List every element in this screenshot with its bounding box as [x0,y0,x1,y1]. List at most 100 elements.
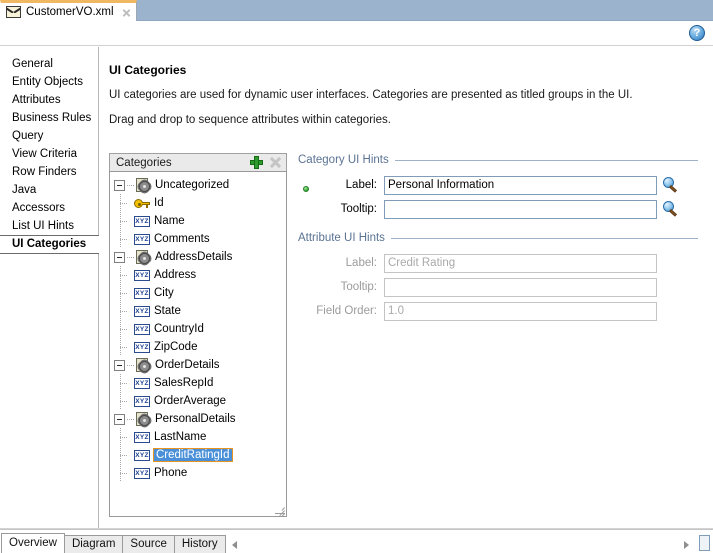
category-tooltip-row: Tooltip: [298,197,698,221]
document-tab-customervo[interactable]: CustomerVO.xml [0,0,137,21]
collapse-toggle-icon[interactable] [114,359,125,371]
attribute-xyz-icon: XYZ [134,377,150,389]
tree-attribute-row[interactable]: XYZ City [110,284,286,302]
tree-category-row[interactable]: Uncategorized [110,176,286,194]
tree-attribute-label: State [154,305,181,317]
category-gear-icon [135,411,151,427]
tree-attribute-row[interactable]: XYZ State [110,302,286,320]
categories-panel: Categories Uncategorized Id XYZ Name XYZ Comm… [109,153,287,517]
tree-attribute-row[interactable]: XYZ ZipCode [110,338,286,356]
legend-divider [394,159,698,161]
sidebar-item-ui-categories[interactable]: UI Categories [0,235,99,254]
attribute-xyz-icon: XYZ [134,305,150,317]
sidebar-item-row-finders[interactable]: Row Finders [0,163,98,181]
editor-tab-history[interactable]: History [173,535,226,553]
tree-attribute-label: City [154,287,174,299]
scroll-left-icon[interactable] [231,541,237,549]
category-label-input[interactable] [384,175,657,195]
tree-attribute-label: SalesRepId [154,377,214,389]
key-icon [134,198,150,209]
sidebar-item-label: Query [12,130,44,142]
tree-attribute-row[interactable]: Id [110,194,286,212]
sidebar-item-label: Business Rules [12,112,92,124]
sidebar-item-accessors[interactable]: Accessors [0,199,98,217]
attribute-label-row: Label: [298,251,698,275]
sidebar-item-list-ui-hints[interactable]: List UI Hints [0,217,98,235]
tree-attribute-label: Name [154,215,185,227]
tree-attribute-label: Id [154,197,164,209]
close-icon[interactable] [121,7,132,18]
attribute-hints-legend: Attribute UI Hints [298,231,698,245]
attribute-xyz-icon: XYZ [134,467,150,479]
scroll-right-icon[interactable] [684,541,689,549]
attribute-hints-legend-label: Attribute UI Hints [298,232,385,244]
tree-attribute-label: CountryId [154,323,204,335]
tree-attribute-row[interactable]: XYZ CreditRatingId [110,446,286,464]
tree-category-label: OrderDetails [155,359,220,371]
scroll-thumb[interactable] [699,535,710,551]
category-hints-legend-label: Category UI Hints [298,154,389,166]
tree-connector [127,256,134,258]
collapse-toggle-icon[interactable] [114,251,125,263]
magnifier-icon[interactable] [663,201,679,217]
attribute-xyz-icon: XYZ [134,323,150,335]
tree-attribute-row[interactable]: XYZ SalesRepId [110,374,286,392]
sidebar-item-business-rules[interactable]: Business Rules [0,109,98,127]
tree-attribute-label: OrderAverage [154,395,227,407]
attribute-field-order-caption: Field Order: [316,305,377,317]
tree-attribute-row[interactable]: XYZ Address [110,266,286,284]
tree-connector [127,364,134,366]
tree-attribute-row[interactable]: XYZ Phone [110,464,286,482]
collapse-toggle-icon[interactable] [114,179,125,191]
tree-category-label: AddressDetails [155,251,233,263]
tree-attribute-label: LastName [154,431,207,443]
sidebar-item-view-criteria[interactable]: View Criteria [0,145,98,163]
plus-icon[interactable] [250,156,263,169]
sidebar-item-attributes[interactable]: Attributes [0,91,98,109]
tree-category-label: PersonalDetails [155,413,236,425]
category-gear-icon [135,249,151,265]
sidebar-item-entity-objects[interactable]: Entity Objects [0,73,98,91]
tree-connector [120,212,129,230]
tree-category-row[interactable]: OrderDetails [110,356,286,374]
tree-category-row[interactable]: PersonalDetails [110,410,286,428]
tree-attribute-row[interactable]: XYZ Name [110,212,286,230]
category-tooltip-input[interactable] [384,199,657,219]
tree-connector [127,418,134,420]
tree-attribute-row[interactable]: XYZ Comments [110,230,286,248]
category-label-caption: Label: [298,179,384,192]
tree-attribute-row[interactable]: XYZ OrderAverage [110,392,286,410]
attribute-xyz-icon: XYZ [134,449,150,461]
attribute-label-caption: Label: [345,257,377,269]
sidebar-item-general[interactable]: General [0,55,98,73]
tree-connector [120,194,129,212]
xml-file-icon [6,5,21,19]
help-icon[interactable]: ? [689,25,705,41]
tree-category-row[interactable]: AddressDetails [110,248,286,266]
sidebar-item-label: Row Finders [12,166,77,178]
sidebar-item-query[interactable]: Query [0,127,98,145]
page-description-line-2: Drag and drop to sequence attributes wit… [109,114,391,126]
attribute-label-input [384,253,657,273]
magnifier-icon[interactable] [663,177,679,193]
close-icon[interactable] [269,156,282,169]
tree-attribute-row[interactable]: XYZ LastName [110,428,286,446]
sidebar-item-label: Accessors [12,202,66,214]
tree-attribute-row[interactable]: XYZ CountryId [110,320,286,338]
categories-panel-title: Categories [116,156,172,169]
categories-tree[interactable]: Uncategorized Id XYZ Name XYZ Comments Address… [109,171,287,517]
editor-tab-source[interactable]: Source [122,535,175,553]
editor-tab-diagram[interactable]: Diagram [63,535,124,553]
collapse-toggle-icon[interactable] [114,413,125,425]
attribute-tooltip-caption: Tooltip: [340,281,377,293]
editor-tab-overview[interactable]: Overview [1,533,65,553]
override-dot-icon [303,186,309,192]
category-label-caption-text: Label: [345,179,377,191]
tree-connector [120,266,129,284]
categories-panel-header: Categories [109,153,287,171]
attribute-xyz-icon: XYZ [134,395,150,407]
sidebar-item-java[interactable]: Java [0,181,98,199]
resize-grip-icon[interactable] [273,503,285,516]
category-tooltip-caption: Tooltip: [340,203,377,215]
tree-category-label: Uncategorized [155,179,230,191]
